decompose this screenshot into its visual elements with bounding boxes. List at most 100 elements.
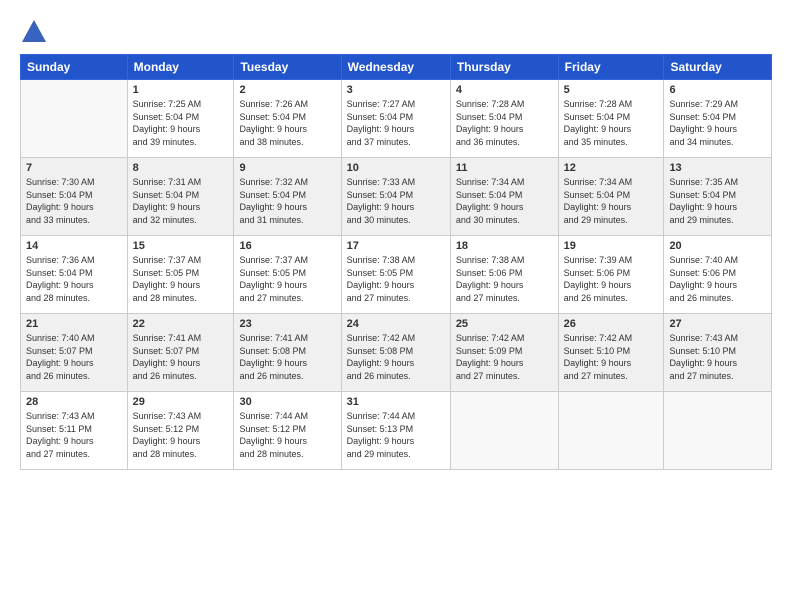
calendar-day-cell: 19 Sunrise: 7:39 AM Sunset: 5:06 PM Dayli…: [558, 236, 664, 314]
day-info: Sunrise: 7:30 AM Sunset: 5:04 PM Dayligh…: [26, 176, 122, 226]
day-info: Sunrise: 7:34 AM Sunset: 5:04 PM Dayligh…: [456, 176, 553, 226]
calendar-day-cell: 30 Sunrise: 7:44 AM Sunset: 5:12 PM Dayli…: [234, 392, 341, 470]
calendar-day-cell: [450, 392, 558, 470]
day-number: 13: [669, 162, 766, 174]
calendar-day-cell: 7 Sunrise: 7:30 AM Sunset: 5:04 PM Daylig…: [21, 158, 128, 236]
calendar-day-cell: 11 Sunrise: 7:34 AM Sunset: 5:04 PM Dayli…: [450, 158, 558, 236]
calendar-day-cell: 14 Sunrise: 7:36 AM Sunset: 5:04 PM Dayli…: [21, 236, 128, 314]
calendar-day-cell: 29 Sunrise: 7:43 AM Sunset: 5:12 PM Dayli…: [127, 392, 234, 470]
day-info: Sunrise: 7:44 AM Sunset: 5:12 PM Dayligh…: [239, 410, 335, 460]
calendar-week-row: 14 Sunrise: 7:36 AM Sunset: 5:04 PM Dayli…: [21, 236, 772, 314]
calendar-day-cell: 27Sunrise: 7:43 AM Sunset: 5:10 PM Dayli…: [664, 314, 772, 392]
calendar-day-cell: 6 Sunrise: 7:29 AM Sunset: 5:04 PM Daylig…: [664, 80, 772, 158]
day-number: 29: [133, 396, 229, 408]
day-number: 20: [669, 240, 766, 252]
day-info: Sunrise: 7:37 AM Sunset: 5:05 PM Dayligh…: [133, 254, 229, 304]
day-number: 10: [347, 162, 445, 174]
calendar-table: SundayMondayTuesdayWednesdayThursdayFrid…: [20, 54, 772, 470]
calendar-day-cell: 31 Sunrise: 7:44 AM Sunset: 5:13 PM Dayli…: [341, 392, 450, 470]
day-info: Sunrise: 7:40 AM Sunset: 5:07 PM Dayligh…: [26, 332, 122, 382]
calendar-day-cell: 5 Sunrise: 7:28 AM Sunset: 5:04 PM Daylig…: [558, 80, 664, 158]
day-number: 9: [239, 162, 335, 174]
day-number: 14: [26, 240, 122, 252]
day-info: Sunrise: 7:28 AM Sunset: 5:04 PM Dayligh…: [564, 98, 659, 148]
calendar-week-row: 21 Sunrise: 7:40 AM Sunset: 5:07 PM Dayli…: [21, 314, 772, 392]
day-number: 5: [564, 84, 659, 96]
calendar-week-row: 7 Sunrise: 7:30 AM Sunset: 5:04 PM Daylig…: [21, 158, 772, 236]
day-info: Sunrise: 7:25 AM Sunset: 5:04 PM Dayligh…: [133, 98, 229, 148]
day-info: Sunrise: 7:42 AM Sunset: 5:09 PM Dayligh…: [456, 332, 553, 382]
day-info: Sunrise: 7:44 AM Sunset: 5:13 PM Dayligh…: [347, 410, 445, 460]
calendar-day-cell: 21 Sunrise: 7:40 AM Sunset: 5:07 PM Dayli…: [21, 314, 128, 392]
day-number: 30: [239, 396, 335, 408]
day-number: 11: [456, 162, 553, 174]
day-number: 21: [26, 318, 122, 330]
day-number: 6: [669, 84, 766, 96]
calendar-day-cell: [664, 392, 772, 470]
calendar-day-cell: 22 Sunrise: 7:41 AM Sunset: 5:07 PM Dayli…: [127, 314, 234, 392]
calendar-day-cell: 13 Sunrise: 7:35 AM Sunset: 5:04 PM Dayli…: [664, 158, 772, 236]
calendar-day-cell: 18Sunrise: 7:38 AM Sunset: 5:06 PM Dayli…: [450, 236, 558, 314]
calendar-week-row: 28 Sunrise: 7:43 AM Sunset: 5:11 PM Dayli…: [21, 392, 772, 470]
day-info: Sunrise: 7:41 AM Sunset: 5:08 PM Dayligh…: [239, 332, 335, 382]
weekday-header: Tuesday: [234, 55, 341, 80]
calendar-day-cell: 3 Sunrise: 7:27 AM Sunset: 5:04 PM Daylig…: [341, 80, 450, 158]
day-info: Sunrise: 7:33 AM Sunset: 5:04 PM Dayligh…: [347, 176, 445, 226]
day-number: 7: [26, 162, 122, 174]
day-number: 27: [669, 318, 766, 330]
calendar-week-row: 1 Sunrise: 7:25 AM Sunset: 5:04 PM Daylig…: [21, 80, 772, 158]
day-number: 19: [564, 240, 659, 252]
day-number: 8: [133, 162, 229, 174]
weekday-header: Saturday: [664, 55, 772, 80]
day-number: 23: [239, 318, 335, 330]
day-info: Sunrise: 7:29 AM Sunset: 5:04 PM Dayligh…: [669, 98, 766, 148]
calendar-day-cell: 25 Sunrise: 7:42 AM Sunset: 5:09 PM Dayli…: [450, 314, 558, 392]
day-info: Sunrise: 7:34 AM Sunset: 5:04 PM Dayligh…: [564, 176, 659, 226]
day-number: 1: [133, 84, 229, 96]
calendar-day-cell: 24Sunrise: 7:42 AM Sunset: 5:08 PM Dayli…: [341, 314, 450, 392]
day-number: 22: [133, 318, 229, 330]
day-info: Sunrise: 7:38 AM Sunset: 5:06 PM Dayligh…: [456, 254, 553, 304]
calendar-day-cell: [21, 80, 128, 158]
day-number: 4: [456, 84, 553, 96]
day-number: 31: [347, 396, 445, 408]
day-info: Sunrise: 7:40 AM Sunset: 5:06 PM Dayligh…: [669, 254, 766, 304]
weekday-header: Monday: [127, 55, 234, 80]
calendar-day-cell: 17Sunrise: 7:38 AM Sunset: 5:05 PM Dayli…: [341, 236, 450, 314]
weekday-header: Sunday: [21, 55, 128, 80]
day-number: 15: [133, 240, 229, 252]
logo: [20, 18, 50, 46]
weekday-header: Friday: [558, 55, 664, 80]
calendar-day-cell: 20 Sunrise: 7:40 AM Sunset: 5:06 PM Dayli…: [664, 236, 772, 314]
day-info: Sunrise: 7:32 AM Sunset: 5:04 PM Dayligh…: [239, 176, 335, 226]
calendar-day-cell: 1 Sunrise: 7:25 AM Sunset: 5:04 PM Daylig…: [127, 80, 234, 158]
calendar-day-cell: 4Sunrise: 7:28 AM Sunset: 5:04 PM Daylig…: [450, 80, 558, 158]
calendar-header-row: SundayMondayTuesdayWednesdayThursdayFrid…: [21, 55, 772, 80]
day-info: Sunrise: 7:43 AM Sunset: 5:12 PM Dayligh…: [133, 410, 229, 460]
day-number: 25: [456, 318, 553, 330]
calendar-day-cell: 9 Sunrise: 7:32 AM Sunset: 5:04 PM Daylig…: [234, 158, 341, 236]
day-info: Sunrise: 7:36 AM Sunset: 5:04 PM Dayligh…: [26, 254, 122, 304]
day-number: 2: [239, 84, 335, 96]
day-info: Sunrise: 7:43 AM Sunset: 5:11 PM Dayligh…: [26, 410, 122, 460]
day-info: Sunrise: 7:31 AM Sunset: 5:04 PM Dayligh…: [133, 176, 229, 226]
weekday-header: Wednesday: [341, 55, 450, 80]
calendar-day-cell: 12Sunrise: 7:34 AM Sunset: 5:04 PM Dayli…: [558, 158, 664, 236]
calendar-day-cell: 26Sunrise: 7:42 AM Sunset: 5:10 PM Dayli…: [558, 314, 664, 392]
day-number: 3: [347, 84, 445, 96]
calendar-day-cell: 10 Sunrise: 7:33 AM Sunset: 5:04 PM Dayli…: [341, 158, 450, 236]
day-info: Sunrise: 7:27 AM Sunset: 5:04 PM Dayligh…: [347, 98, 445, 148]
calendar-day-cell: 23 Sunrise: 7:41 AM Sunset: 5:08 PM Dayli…: [234, 314, 341, 392]
weekday-header: Thursday: [450, 55, 558, 80]
calendar-day-cell: 2 Sunrise: 7:26 AM Sunset: 5:04 PM Daylig…: [234, 80, 341, 158]
day-number: 28: [26, 396, 122, 408]
calendar-day-cell: [558, 392, 664, 470]
day-number: 17: [347, 240, 445, 252]
calendar-day-cell: 28 Sunrise: 7:43 AM Sunset: 5:11 PM Dayli…: [21, 392, 128, 470]
calendar-day-cell: 15 Sunrise: 7:37 AM Sunset: 5:05 PM Dayli…: [127, 236, 234, 314]
day-info: Sunrise: 7:39 AM Sunset: 5:06 PM Dayligh…: [564, 254, 659, 304]
day-info: Sunrise: 7:35 AM Sunset: 5:04 PM Dayligh…: [669, 176, 766, 226]
page: SundayMondayTuesdayWednesdayThursdayFrid…: [0, 0, 792, 612]
day-info: Sunrise: 7:41 AM Sunset: 5:07 PM Dayligh…: [133, 332, 229, 382]
day-info: Sunrise: 7:26 AM Sunset: 5:04 PM Dayligh…: [239, 98, 335, 148]
